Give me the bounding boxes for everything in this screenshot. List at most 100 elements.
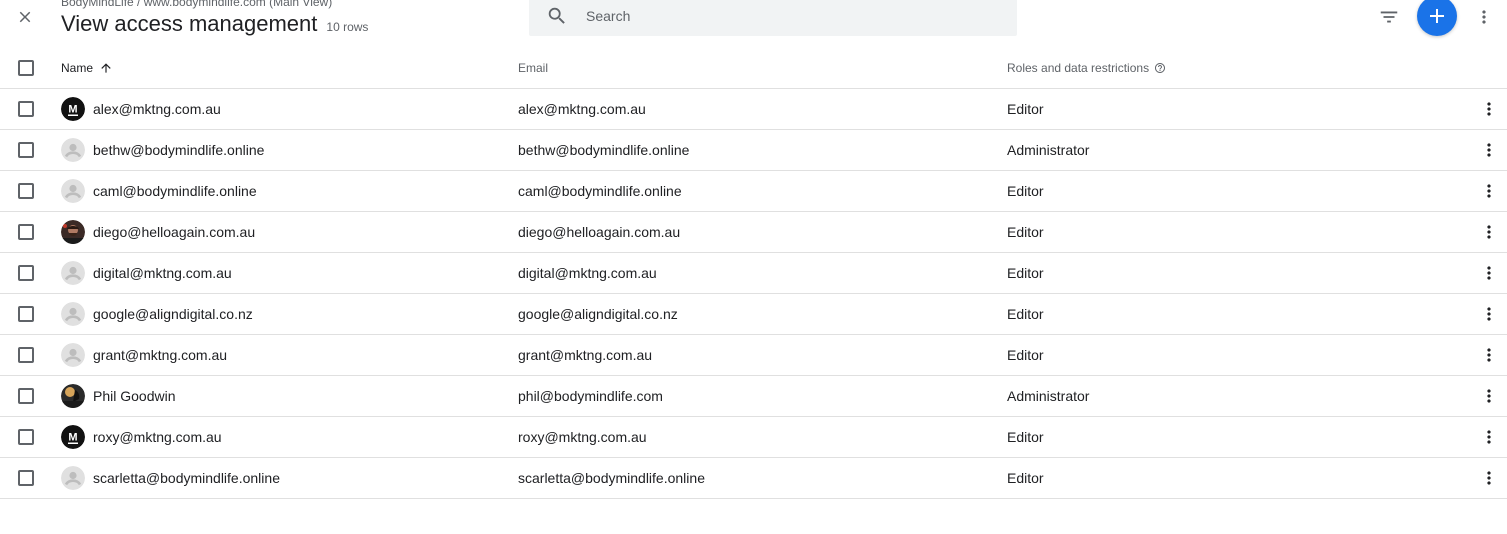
user-email: google@aligndigital.co.nz bbox=[518, 306, 678, 322]
more-vert-icon bbox=[1487, 102, 1491, 116]
row-checkbox[interactable] bbox=[18, 429, 34, 445]
more-vert-icon bbox=[1487, 471, 1491, 485]
user-email: digital@mktng.com.au bbox=[518, 265, 657, 281]
user-email: bethw@bodymindlife.online bbox=[518, 142, 690, 158]
column-roles-label: Roles and data restrictions bbox=[1007, 61, 1150, 75]
user-name: grant@mktng.com.au bbox=[93, 347, 228, 363]
user-role: Editor bbox=[1007, 429, 1044, 445]
user-name: bethw@bodymindlife.online bbox=[93, 142, 265, 158]
more-vert-icon bbox=[1487, 307, 1491, 321]
table-row[interactable]: bethw@bodymindlife.online bethw@bodymind… bbox=[0, 130, 1507, 171]
avatar bbox=[61, 261, 85, 285]
table-row[interactable]: digital@mktng.com.au digital@mktng.com.a… bbox=[0, 253, 1507, 294]
filter-icon bbox=[1380, 11, 1398, 23]
row-checkbox[interactable] bbox=[18, 347, 34, 363]
user-email: alex@mktng.com.au bbox=[518, 101, 646, 117]
table-row[interactable]: google@aligndigital.co.nz google@aligndi… bbox=[0, 294, 1507, 335]
m-logo-icon: M bbox=[61, 425, 85, 449]
help-icon[interactable] bbox=[1154, 62, 1166, 74]
avatar bbox=[61, 220, 85, 244]
column-header-name[interactable]: Name bbox=[61, 61, 113, 75]
more-vert-icon bbox=[1487, 143, 1491, 157]
breadcrumb: BodyMindLife / www.bodymindlife.com (Mai… bbox=[61, 0, 333, 9]
search-input[interactable] bbox=[584, 7, 988, 25]
avatar: M bbox=[61, 97, 85, 121]
more-vert-icon bbox=[1487, 225, 1491, 239]
more-vert-icon bbox=[1487, 389, 1491, 403]
user-email: roxy@mktng.com.au bbox=[518, 429, 647, 445]
row-more-button[interactable] bbox=[1479, 261, 1499, 285]
row-more-button[interactable] bbox=[1479, 97, 1499, 121]
row-more-button[interactable] bbox=[1479, 384, 1499, 408]
row-checkbox[interactable] bbox=[18, 306, 34, 322]
more-vert-icon bbox=[1487, 348, 1491, 362]
table-row[interactable]: M alex@mktng.com.au alex@mktng.com.au Ed… bbox=[0, 89, 1507, 130]
more-vert-icon bbox=[1487, 266, 1491, 280]
more-options-button[interactable] bbox=[1474, 5, 1494, 29]
user-name: digital@mktng.com.au bbox=[93, 265, 232, 281]
row-checkbox[interactable] bbox=[18, 183, 34, 199]
row-checkbox[interactable] bbox=[18, 224, 34, 240]
row-count: 10 rows bbox=[326, 20, 369, 34]
filter-button[interactable] bbox=[1377, 5, 1401, 29]
user-name: Phil Goodwin bbox=[93, 388, 176, 404]
close-button[interactable] bbox=[12, 4, 38, 30]
users-table: Name Email Roles and data restrictions M… bbox=[0, 48, 1507, 499]
row-checkbox[interactable] bbox=[18, 388, 34, 404]
select-all-checkbox[interactable] bbox=[18, 60, 34, 76]
user-name: caml@bodymindlife.online bbox=[93, 183, 257, 199]
row-more-button[interactable] bbox=[1479, 179, 1499, 203]
person-icon bbox=[61, 179, 85, 203]
person-icon bbox=[61, 261, 85, 285]
access-management-page: BodyMindLife / www.bodymindlife.com (Mai… bbox=[0, 0, 1507, 534]
title-area: View access management 10 rows bbox=[61, 11, 368, 37]
user-role: Editor bbox=[1007, 306, 1044, 322]
close-icon bbox=[19, 11, 31, 23]
column-header-email[interactable]: Email bbox=[518, 61, 548, 75]
row-more-button[interactable] bbox=[1479, 466, 1499, 490]
user-role: Administrator bbox=[1007, 142, 1090, 158]
row-more-button[interactable] bbox=[1479, 138, 1499, 162]
user-email: caml@bodymindlife.online bbox=[518, 183, 682, 199]
page-title: View access management bbox=[61, 11, 318, 36]
row-more-button[interactable] bbox=[1479, 425, 1499, 449]
avatar bbox=[61, 384, 85, 408]
add-user-button[interactable] bbox=[1417, 0, 1457, 36]
table-row[interactable]: diego@helloagain.com.au diego@helloagain… bbox=[0, 212, 1507, 253]
photo-avatar-icon bbox=[61, 384, 85, 408]
user-email: diego@helloagain.com.au bbox=[518, 224, 681, 240]
row-checkbox[interactable] bbox=[18, 142, 34, 158]
row-more-button[interactable] bbox=[1479, 302, 1499, 326]
svg-text:M: M bbox=[68, 104, 77, 116]
user-role: Editor bbox=[1007, 101, 1044, 117]
search-box[interactable] bbox=[529, 0, 1017, 36]
table-header: Name Email Roles and data restrictions bbox=[0, 48, 1507, 89]
user-name: scarletta@bodymindlife.online bbox=[93, 470, 280, 486]
row-more-button[interactable] bbox=[1479, 343, 1499, 367]
row-checkbox[interactable] bbox=[18, 470, 34, 486]
row-more-button[interactable] bbox=[1479, 220, 1499, 244]
more-vert-icon bbox=[1487, 430, 1491, 444]
add-icon bbox=[1430, 9, 1444, 23]
row-checkbox[interactable] bbox=[18, 101, 34, 117]
user-role: Administrator bbox=[1007, 388, 1090, 404]
user-name: roxy@mktng.com.au bbox=[93, 429, 222, 445]
user-email: grant@mktng.com.au bbox=[518, 347, 653, 363]
user-email: phil@bodymindlife.com bbox=[518, 388, 663, 404]
row-checkbox[interactable] bbox=[18, 265, 34, 281]
table-row[interactable]: scarletta@bodymindlife.online scarletta@… bbox=[0, 458, 1507, 499]
more-vert-icon bbox=[1487, 184, 1491, 198]
table-row[interactable]: grant@mktng.com.au grant@mktng.com.au Ed… bbox=[0, 335, 1507, 376]
user-role: Editor bbox=[1007, 347, 1044, 363]
user-email: scarletta@bodymindlife.online bbox=[518, 470, 705, 486]
user-name: diego@helloagain.com.au bbox=[93, 224, 256, 240]
table-row[interactable]: M roxy@mktng.com.au roxy@mktng.com.au Ed… bbox=[0, 417, 1507, 458]
search-icon bbox=[545, 4, 569, 28]
user-role: Editor bbox=[1007, 265, 1044, 281]
svg-text:M: M bbox=[68, 432, 77, 444]
table-row[interactable]: caml@bodymindlife.online caml@bodymindli… bbox=[0, 171, 1507, 212]
table-row[interactable]: Phil Goodwin phil@bodymindlife.com Admin… bbox=[0, 376, 1507, 417]
column-header-roles[interactable]: Roles and data restrictions bbox=[1007, 61, 1166, 75]
user-name: alex@mktng.com.au bbox=[93, 101, 221, 117]
table-body: M alex@mktng.com.au alex@mktng.com.au Ed… bbox=[0, 89, 1507, 499]
